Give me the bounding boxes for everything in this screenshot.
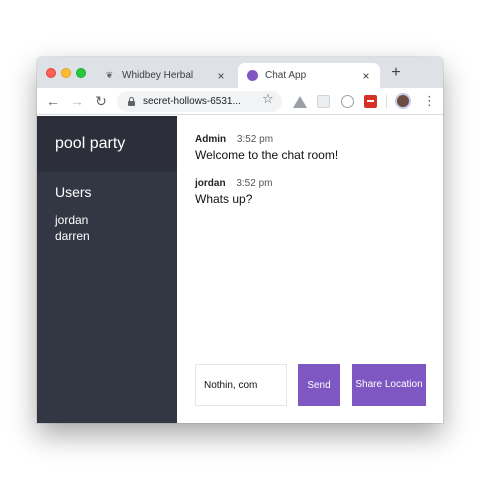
browser-window: ❦ Whidbey Herbal × Chat App × + ← → ↻ se…	[37, 57, 443, 423]
url-text: secret-hollows-6531...	[143, 96, 241, 107]
chat-panel: Admin 3:52 pm Welcome to the chat room! …	[177, 116, 443, 423]
address-bar[interactable]: secret-hollows-6531...	[117, 91, 282, 112]
drive-icon[interactable]	[293, 96, 307, 108]
box-icon[interactable]	[317, 95, 330, 108]
tab-title: Chat App	[265, 70, 307, 81]
message-time: 3:52 pm	[236, 178, 273, 189]
sidebar: pool party Users jordan darren	[37, 116, 177, 423]
close-icon[interactable]: ×	[213, 69, 229, 83]
message-time: 3:52 pm	[236, 134, 274, 145]
message: jordan 3:52 pm Whats up?	[195, 178, 272, 206]
close-icon[interactable]: ×	[358, 69, 374, 83]
window-minimize-button[interactable]	[61, 68, 71, 78]
lock-icon	[127, 97, 136, 106]
kebab-menu-icon[interactable]: ⋮	[423, 93, 436, 109]
purple-dot-icon	[247, 70, 258, 81]
reload-icon[interactable]: ↻	[92, 92, 110, 110]
toolbar-divider	[386, 95, 387, 108]
message-text: Whats up?	[195, 192, 253, 206]
chat-app: pool party Users jordan darren Admin 3:5…	[37, 116, 443, 423]
message: Admin 3:52 pm Welcome to the chat room!	[195, 134, 338, 162]
message-meta: jordan 3:52 pm	[195, 178, 272, 189]
tab-chat-app[interactable]: Chat App ×	[238, 63, 380, 88]
tab-whidbey-herbal[interactable]: ❦ Whidbey Herbal ×	[95, 63, 235, 88]
send-button[interactable]: Send	[298, 364, 340, 406]
tab-strip: ❦ Whidbey Herbal × Chat App × +	[37, 57, 443, 88]
leaf-icon: ❦	[105, 70, 114, 80]
bookmark-star-icon[interactable]: ☆	[262, 91, 274, 107]
window-close-button[interactable]	[46, 68, 56, 78]
new-tab-button[interactable]: +	[387, 64, 405, 82]
red-extension-icon[interactable]	[364, 95, 377, 108]
list-item: jordan	[55, 213, 89, 227]
users-heading: Users	[55, 184, 92, 200]
clock-icon[interactable]	[341, 95, 354, 108]
message-meta: Admin 3:52 pm	[195, 134, 338, 145]
forward-arrow-icon[interactable]: →	[68, 92, 86, 110]
window-maximize-button[interactable]	[76, 68, 86, 78]
message-author: Admin	[195, 134, 227, 145]
tab-title: Whidbey Herbal	[122, 70, 194, 81]
back-arrow-icon[interactable]: ←	[44, 92, 62, 110]
message-input[interactable]	[195, 364, 287, 406]
message-author: jordan	[195, 178, 226, 189]
share-location-button[interactable]: Share Location	[352, 364, 426, 406]
list-item: darren	[55, 229, 90, 243]
profile-avatar[interactable]	[395, 93, 411, 109]
room-title: pool party	[37, 116, 177, 172]
browser-toolbar: ← → ↻ secret-hollows-6531... ☆ ⋮	[37, 88, 443, 115]
message-text: Welcome to the chat room!	[195, 148, 339, 162]
user-list: jordan darren	[55, 212, 177, 244]
